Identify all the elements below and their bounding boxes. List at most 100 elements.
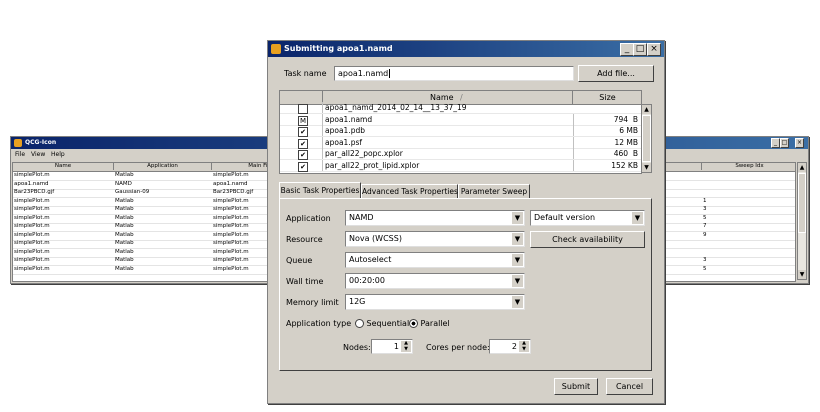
file-row[interactable]: ✔ apoa1.psf 12 MB [280, 136, 641, 149]
cancel-button[interactable]: Cancel [606, 378, 653, 395]
file-scroll-down-icon[interactable]: ▼ [642, 163, 651, 172]
bg-scroll-up-icon[interactable]: ▲ [798, 163, 806, 172]
table-cell-name: simplePlot.m [14, 214, 50, 221]
file-checkbox[interactable] [298, 104, 308, 114]
resource-select[interactable]: Nova (WCSS) ▼ [345, 231, 525, 247]
file-row[interactable]: ✔ par_all22_prot_lipid.xplor 152 KB [280, 159, 641, 172]
file-list-body: apoa1_namd_2014_02_14__13_37_19 Mapoa1.na… [280, 102, 641, 173]
table-cell-main: simplePlot.m [213, 197, 249, 204]
file-checkbox[interactable]: ✔ [298, 138, 308, 149]
file-checkbox[interactable]: ✔ [298, 150, 308, 160]
cores-per-node-label: Cores per node: [426, 343, 490, 352]
table-cell-main: simplePlot.m [213, 206, 249, 212]
table-cell-app: Matlab [115, 240, 134, 246]
file-size: 152 KB [573, 159, 638, 171]
sequential-radio[interactable]: Sequential [355, 319, 409, 328]
application-select[interactable]: NAMD ▼ [345, 210, 525, 226]
maximize-button[interactable]: □ [633, 43, 647, 56]
submit-dialog: Submitting apoa1.namd _ □ × Task name ap… [267, 40, 665, 404]
dialog-logo-icon [271, 44, 281, 54]
file-row[interactable]: ✔ par_all22_popc.xplor 460 B [280, 148, 641, 160]
tab-basic[interactable]: Basic Task Properties [279, 182, 361, 199]
file-checkbox[interactable]: ✔ [298, 161, 308, 172]
minimize-button[interactable]: _ [620, 43, 634, 56]
col-name-header[interactable]: Name [13, 163, 114, 170]
close-button[interactable]: × [647, 43, 661, 56]
file-scroll-up-icon[interactable]: ▲ [642, 105, 651, 114]
table-cell-sweep: 5 [703, 265, 707, 272]
resource-label: Resource [286, 235, 323, 244]
dialog-titlebar[interactable]: Submitting apoa1.namd [268, 41, 664, 57]
file-checkbox[interactable]: ✔ [298, 127, 308, 137]
submit-button[interactable]: Submit [554, 378, 598, 395]
add-file-button[interactable]: Add file... [578, 65, 654, 82]
task-name-input[interactable]: apoa1.namd [334, 66, 574, 81]
nodes-label: Nodes: [343, 343, 371, 352]
tab-advanced[interactable]: Advanced Task Properties [361, 184, 458, 198]
table-cell-app: Gaussian-09 [115, 189, 150, 195]
chevron-down-icon: ▼ [511, 296, 523, 308]
application-label: Application [286, 214, 331, 223]
table-cell-main: Bar23PBCD.gjf [213, 189, 254, 195]
file-size: 460 B [573, 148, 638, 159]
col-application-header[interactable]: Application [114, 163, 212, 170]
file-size: 12 MB [573, 136, 638, 148]
table-cell-name: simplePlot.m [14, 206, 50, 212]
queue-select[interactable]: Autoselect ▼ [345, 252, 525, 268]
memory-limit-select[interactable]: 12G ▼ [345, 294, 525, 310]
memory-limit-label: Memory limit [286, 298, 339, 307]
file-scroll-thumb[interactable] [642, 115, 651, 162]
table-cell-main: simplePlot.m [213, 214, 249, 221]
col-mainfile-header[interactable]: Main Fil [212, 163, 269, 170]
file-row[interactable]: apoa1_namd_2014_02_14__13_37_19 [280, 102, 641, 114]
table-cell-app: Matlab [115, 223, 134, 229]
bg-minimize-button[interactable]: _ [771, 138, 780, 148]
table-cell-main: simplePlot.m [213, 240, 249, 246]
nodes-spinbox[interactable]: 1 ▲ ▼ [371, 339, 413, 354]
file-checkbox[interactable]: M [298, 115, 308, 126]
file-row[interactable]: ✔ apoa1.pdb 6 MB [280, 125, 641, 137]
table-cell-name: simplePlot.m [14, 265, 50, 272]
table-cell-app: Matlab [115, 265, 134, 272]
table-cell-name: simplePlot.m [14, 257, 50, 263]
file-size: 794 B [573, 113, 638, 125]
walltime-select[interactable]: 00:20:00 ▼ [345, 273, 525, 289]
dialog-title: Submitting apoa1.namd [284, 44, 393, 53]
col-sweep-header[interactable]: Sweep Idx [701, 163, 797, 170]
table-cell-sweep: 3 [703, 206, 707, 212]
radio-checked-icon [409, 319, 418, 328]
table-cell-name: simplePlot.m [14, 197, 50, 204]
spin-arrows-icon[interactable]: ▲ ▼ [401, 340, 411, 352]
table-cell-app: Matlab [115, 206, 134, 212]
table-cell-main: simplePlot.m [213, 265, 249, 272]
check-availability-button[interactable]: Check availability [530, 231, 645, 248]
menu-help[interactable]: Help [51, 150, 65, 159]
cores-per-node-spinbox[interactable]: 2 ▲ ▼ [489, 339, 531, 354]
table-cell-app: Matlab [115, 197, 134, 204]
table-cell-app: NAMD [115, 180, 132, 187]
version-select[interactable]: Default version ▼ [530, 210, 645, 226]
menu-view[interactable]: View [31, 150, 45, 159]
bg-scrollbar[interactable]: ▲ ▼ [797, 162, 807, 280]
task-name-label: Task name [284, 69, 327, 78]
file-list-scrollbar[interactable]: ▲ ▼ [641, 104, 652, 173]
table-cell-app: Matlab [115, 214, 134, 221]
menu-file[interactable]: File [15, 150, 25, 159]
table-cell-main: apoa1.namd [213, 180, 248, 187]
bg-close-button[interactable]: × [795, 138, 804, 148]
file-name: par_all22_prot_lipid.xplor [325, 160, 420, 170]
table-cell-name: Bar23PBCD.gjf [14, 189, 55, 195]
table-cell-sweep: 9 [703, 231, 707, 238]
tab-parameter-sweep[interactable]: Parameter Sweep [458, 184, 530, 198]
file-name: par_all22_popc.xplor [325, 149, 403, 158]
file-list: Name / Size apoa1_namd_2014_02_14__13_37… [279, 90, 642, 174]
chevron-down-icon: ▼ [631, 212, 643, 224]
bg-scroll-down-icon[interactable]: ▼ [798, 270, 806, 279]
bg-scroll-thumb[interactable] [798, 173, 806, 233]
file-row[interactable]: Mapoa1.namd 794 B [280, 113, 641, 126]
radio-unchecked-icon [355, 319, 364, 328]
parallel-radio[interactable]: Parallel [409, 319, 450, 328]
table-cell-app: Matlab [115, 257, 134, 263]
bg-maximize-button[interactable]: □ [780, 138, 789, 148]
spin-arrows-icon[interactable]: ▲ ▼ [519, 340, 529, 352]
